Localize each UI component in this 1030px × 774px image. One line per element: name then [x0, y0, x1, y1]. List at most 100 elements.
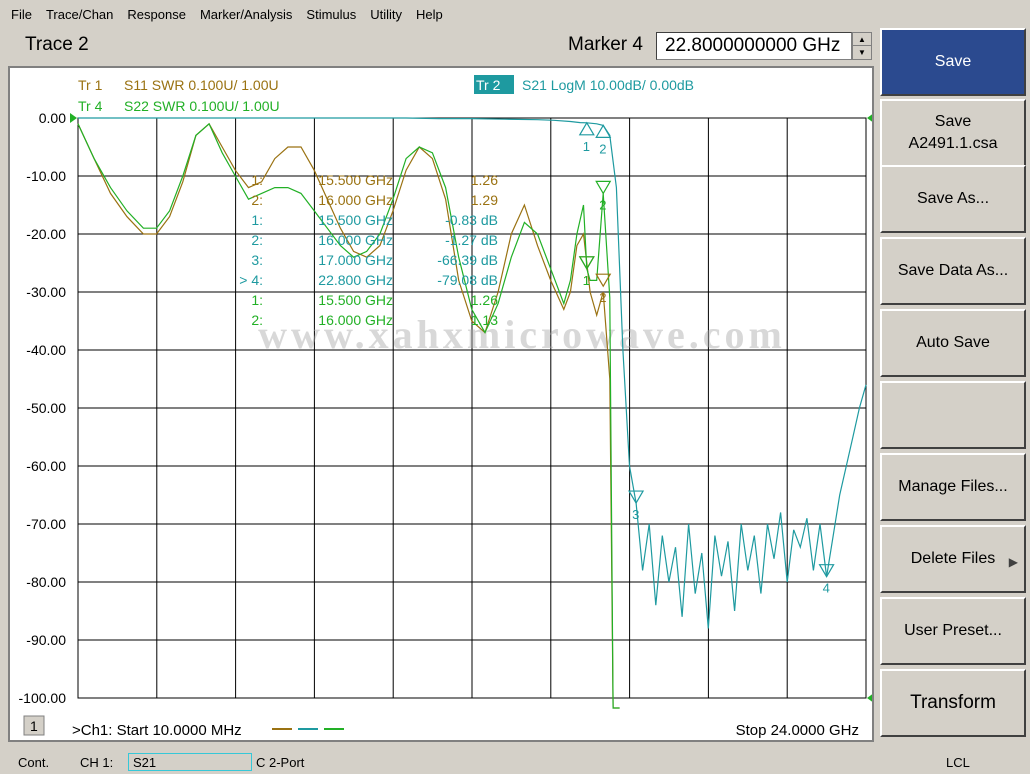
softkey-label: Save Data As...	[897, 262, 1009, 279]
trace-2-text[interactable]: S21 LogM 10.00dB/ 0.00dB	[522, 77, 694, 93]
marker-table-number: 2:	[251, 232, 263, 248]
softkey-sublabel: A2491.1.csa	[908, 135, 998, 152]
marker-symbols: 1 2341212	[578, 121, 835, 596]
marker-number: 1	[583, 273, 590, 288]
reference-right-icon	[867, 114, 872, 122]
submenu-arrow-icon: ▶	[1008, 555, 1018, 569]
softkey-label: Manage Files...	[898, 478, 1008, 495]
marker-table-frequency: 17.000 GHz	[318, 252, 393, 268]
sweep-mode: Cont.	[18, 755, 50, 770]
plot-panel[interactable]: www.xahxmicrowave.com 0.00 -10.00 -20.00 -3…	[8, 66, 874, 742]
start-frequency[interactable]: >Ch1: Start 10.0000 MHz	[72, 722, 242, 739]
marker-table-frequency: 22.800 GHz	[318, 272, 393, 288]
trace-4-text[interactable]: S22 SWR 0.100U/ 1.00U	[124, 98, 280, 114]
marker-frequency-input[interactable]: 22.8000000000 GHz	[656, 32, 852, 60]
marker-label: Marker 4	[568, 34, 643, 55]
menu-marker-analysis[interactable]: Marker/Analysis	[193, 7, 299, 22]
softkey-blank[interactable]	[880, 381, 1026, 449]
y-tick-labels: 0.00 -10.00 -20.00 -30.00 -40.00 -50.00 -60.00…	[19, 110, 67, 706]
y-tick-label: -30.00	[26, 284, 66, 300]
marker-table-value: -66.39 dB	[437, 252, 498, 268]
status-measurement[interactable]: S21	[128, 753, 252, 771]
marker-number: 2	[599, 290, 606, 305]
marker-table-frequency: 16.000 GHz	[318, 192, 393, 208]
softkey-label: Save	[934, 113, 972, 130]
reference-left-icon	[70, 113, 77, 123]
y-tick-label: -50.00	[26, 400, 66, 416]
status-bar: Cont. CH 1: S21 C 2-Port LCL	[0, 750, 1030, 774]
marker-table-frequency: 15.500 GHz	[318, 172, 393, 188]
marker-table-frequency: 16.000 GHz	[318, 232, 393, 248]
spin-down-icon[interactable]: ▼	[853, 46, 871, 59]
marker-table-number: 2:	[251, 312, 263, 328]
marker-triangle-icon	[578, 121, 595, 136]
marker-table-value: 1.26	[471, 172, 498, 188]
softkey-save-data-as[interactable]: Save Data As...	[880, 237, 1026, 305]
marker-spinner[interactable]: ▲ ▼	[852, 32, 872, 60]
marker-table-value: 1.26	[471, 292, 498, 308]
menu-trace-chan[interactable]: Trace/Chan	[39, 7, 120, 22]
softkey-label: Save	[934, 53, 972, 70]
marker-triangle-icon	[595, 180, 612, 195]
menu-bar: File Trace/Chan Response Marker/Analysis…	[0, 0, 1030, 28]
softkey-transform[interactable]: Transform	[880, 669, 1026, 737]
marker-number: 4	[823, 581, 830, 596]
spin-up-icon[interactable]: ▲	[853, 33, 871, 46]
marker-table-value: -1.27 dB	[445, 232, 498, 248]
y-tick-label: -90.00	[26, 632, 66, 648]
menu-file[interactable]: File	[0, 7, 39, 22]
menu-stimulus[interactable]: Stimulus	[299, 7, 363, 22]
menu-help[interactable]: Help	[409, 7, 450, 22]
softkey-save-file[interactable]: Save A2491.1.csa	[880, 99, 1026, 167]
marker-number: 1	[583, 139, 590, 154]
channel-number: 1	[30, 718, 38, 734]
softkey-user-preset[interactable]: User Preset...	[880, 597, 1026, 665]
menu-response[interactable]: Response	[120, 7, 193, 22]
softkey-manage-files[interactable]: Manage Files...	[880, 453, 1026, 521]
y-tick-label: -40.00	[26, 342, 66, 358]
status-channel: CH 1:	[80, 755, 114, 770]
softkey-auto-save[interactable]: Auto Save	[880, 309, 1026, 377]
softkey-save-menu[interactable]: Save	[880, 28, 1026, 96]
marker-table-number: 1:	[251, 212, 263, 228]
marker-table-number: 1:	[251, 172, 263, 188]
marker-table-frequency: 15.500 GHz	[318, 212, 393, 228]
marker-table-value: 1.13	[471, 312, 498, 328]
bottom-reference-icon	[867, 694, 872, 702]
y-tick-label: -10.00	[26, 168, 66, 184]
marker-table-value: -79.08 dB	[437, 272, 498, 288]
marker-table-frequency: 15.500 GHz	[318, 292, 393, 308]
marker-table-value: 1.29	[471, 192, 498, 208]
marker-table-number: > 4:	[239, 272, 263, 288]
softkey-delete-files[interactable]: Delete Files ▶	[880, 525, 1026, 593]
softkey-label: User Preset...	[904, 622, 1002, 639]
trace-2-label[interactable]: Tr 2	[476, 77, 501, 93]
stop-frequency[interactable]: Stop 24.0000 GHz	[736, 722, 859, 739]
y-tick-label: -60.00	[26, 458, 66, 474]
marker-table-number: 3:	[251, 252, 263, 268]
marker-triangle-icon	[595, 124, 612, 138]
y-tick-label: -70.00	[26, 516, 66, 532]
softkey-save-as[interactable]: Save As...	[880, 165, 1026, 233]
trace-1-label[interactable]: Tr 1	[78, 77, 103, 93]
softkey-label: Transform	[910, 692, 996, 713]
marker-number: 3	[632, 507, 639, 522]
marker-table-number: 1:	[251, 292, 263, 308]
marker-table-value: -0.83 dB	[445, 212, 498, 228]
marker-table-frequency: 16.000 GHz	[318, 312, 393, 328]
y-tick-label: -20.00	[26, 226, 66, 242]
status-correction: C 2-Port	[256, 755, 305, 770]
y-tick-label: -80.00	[26, 574, 66, 590]
status-remote: LCL	[946, 755, 970, 770]
active-trace-title: Trace 2	[25, 34, 89, 55]
softkey-label: Auto Save	[916, 334, 990, 351]
y-tick-label: 0.00	[39, 110, 66, 126]
softkey-label: Delete Files	[910, 550, 996, 567]
menu-utility[interactable]: Utility	[363, 7, 409, 22]
trace-1-text[interactable]: S11 SWR 0.100U/ 1.00U	[124, 77, 279, 93]
y-tick-label: -100.00	[19, 690, 67, 706]
softkey-panel: Save Save A2491.1.csa Save As... Save Da…	[878, 28, 1030, 746]
marker-number: 2	[599, 141, 606, 156]
trace-plot[interactable]: www.xahxmicrowave.com 0.00-10.00-20.00-3…	[10, 68, 872, 740]
trace-4-label[interactable]: Tr 4	[78, 98, 103, 114]
